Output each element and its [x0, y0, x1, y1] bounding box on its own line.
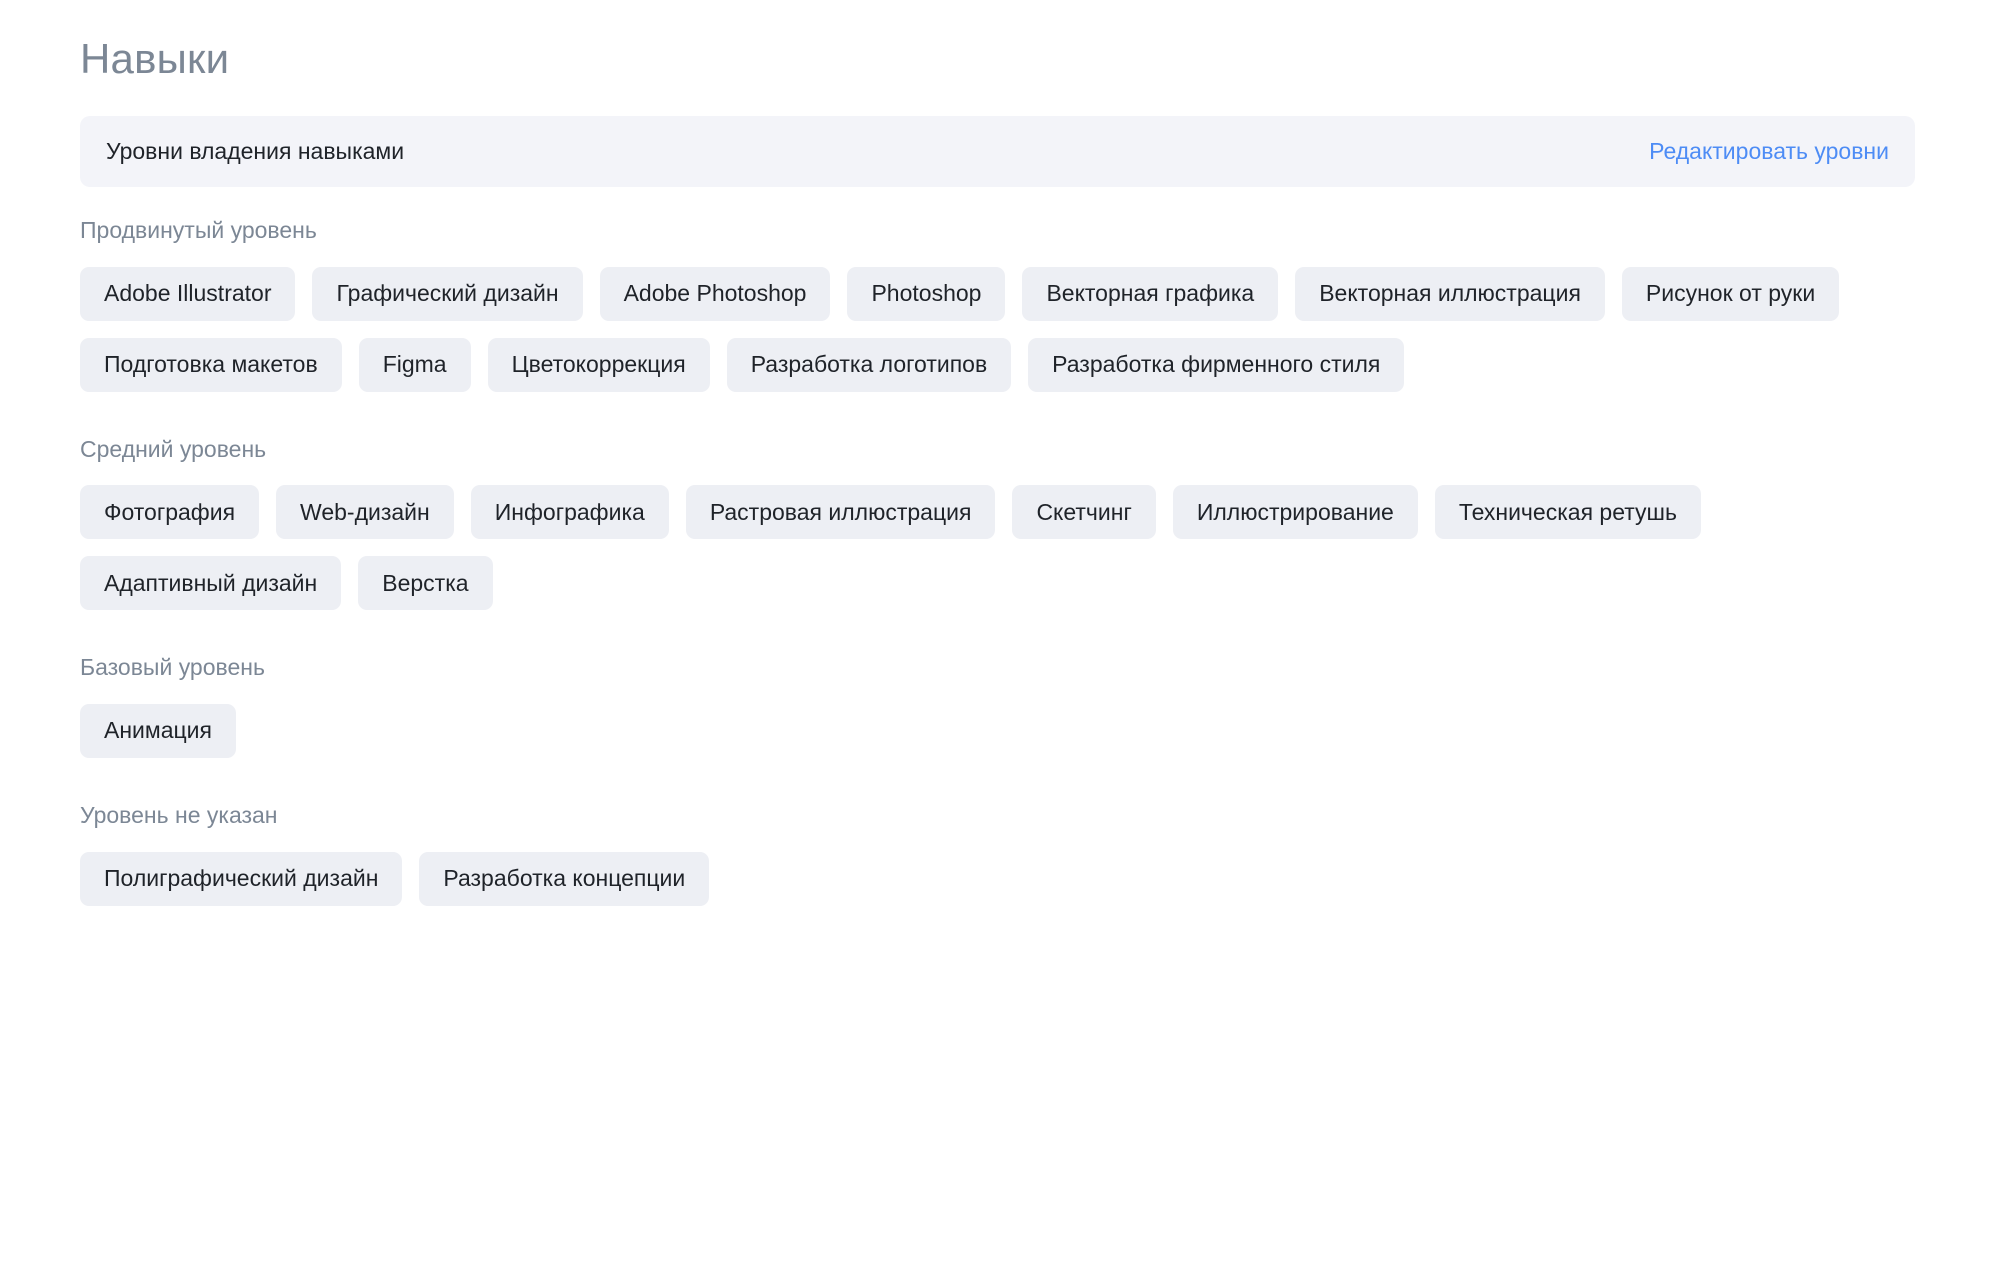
- skill-chip[interactable]: Графический дизайн: [312, 267, 582, 321]
- skill-chip[interactable]: Верстка: [358, 556, 492, 610]
- skill-chip[interactable]: Adobe Photoshop: [600, 267, 831, 321]
- skill-group-title: Продвинутый уровень: [80, 217, 1915, 245]
- skills-page: Навыки Уровни владения навыками Редактир…: [0, 0, 1995, 906]
- skill-chip-row: Полиграфический дизайн Разработка концепц…: [80, 852, 1915, 906]
- skill-chip[interactable]: Рисунок от руки: [1622, 267, 1839, 321]
- edit-levels-link[interactable]: Редактировать уровни: [1649, 138, 1889, 165]
- skill-chip[interactable]: Web-дизайн: [276, 485, 454, 539]
- skill-chip[interactable]: Разработка концепции: [419, 852, 709, 906]
- skill-chip[interactable]: Техническая ретушь: [1435, 485, 1701, 539]
- skill-group-title: Базовый уровень: [80, 654, 1915, 682]
- skill-chip[interactable]: Иллюстрирование: [1173, 485, 1418, 539]
- skill-group: Базовый уровень Анимация: [80, 654, 1915, 758]
- skill-chip[interactable]: Фотография: [80, 485, 259, 539]
- skill-chip[interactable]: Векторная иллюстрация: [1295, 267, 1605, 321]
- skill-chip-row: Adobe Illustrator Графический дизайн Adobe…: [80, 267, 1915, 392]
- skill-chip[interactable]: Разработка логотипов: [727, 338, 1011, 392]
- skill-chip[interactable]: Растровая иллюстрация: [686, 485, 996, 539]
- skill-chip[interactable]: Скетчинг: [1012, 485, 1155, 539]
- skill-chip[interactable]: Adobe Illustrator: [80, 267, 295, 321]
- skill-chip-row: Фотография Web-дизайн Инфографика Растровая…: [80, 485, 1915, 610]
- skill-chip[interactable]: Разработка фирменного стиля: [1028, 338, 1404, 392]
- skill-chip[interactable]: Анимация: [80, 704, 236, 758]
- skill-chip[interactable]: Инфографика: [471, 485, 669, 539]
- skill-levels-label: Уровни владения навыками: [106, 138, 404, 165]
- skill-group-title: Средний уровень: [80, 436, 1915, 464]
- skill-group: Средний уровень Фотография Web-дизайн Инфог…: [80, 436, 1915, 611]
- skill-chip[interactable]: Полиграфический дизайн: [80, 852, 402, 906]
- skill-levels-banner: Уровни владения навыками Редактировать у…: [80, 116, 1915, 187]
- skill-chip[interactable]: Адаптивный дизайн: [80, 556, 341, 610]
- skill-chip[interactable]: Векторная графика: [1022, 267, 1278, 321]
- skill-chip[interactable]: Подготовка макетов: [80, 338, 342, 392]
- skill-groups: Продвинутый уровень Adobe Illustrator Граф…: [80, 217, 1915, 905]
- page-title: Навыки: [80, 0, 1915, 82]
- skill-chip[interactable]: Photoshop: [847, 267, 1005, 321]
- skill-group-title: Уровень не указан: [80, 802, 1915, 830]
- skill-chip[interactable]: Figma: [359, 338, 471, 392]
- skill-chip[interactable]: Цветокоррекция: [488, 338, 710, 392]
- skill-chip-row: Анимация: [80, 704, 1915, 758]
- skill-group: Уровень не указан Полиграфический дизайн Р…: [80, 802, 1915, 906]
- skill-group: Продвинутый уровень Adobe Illustrator Граф…: [80, 217, 1915, 392]
